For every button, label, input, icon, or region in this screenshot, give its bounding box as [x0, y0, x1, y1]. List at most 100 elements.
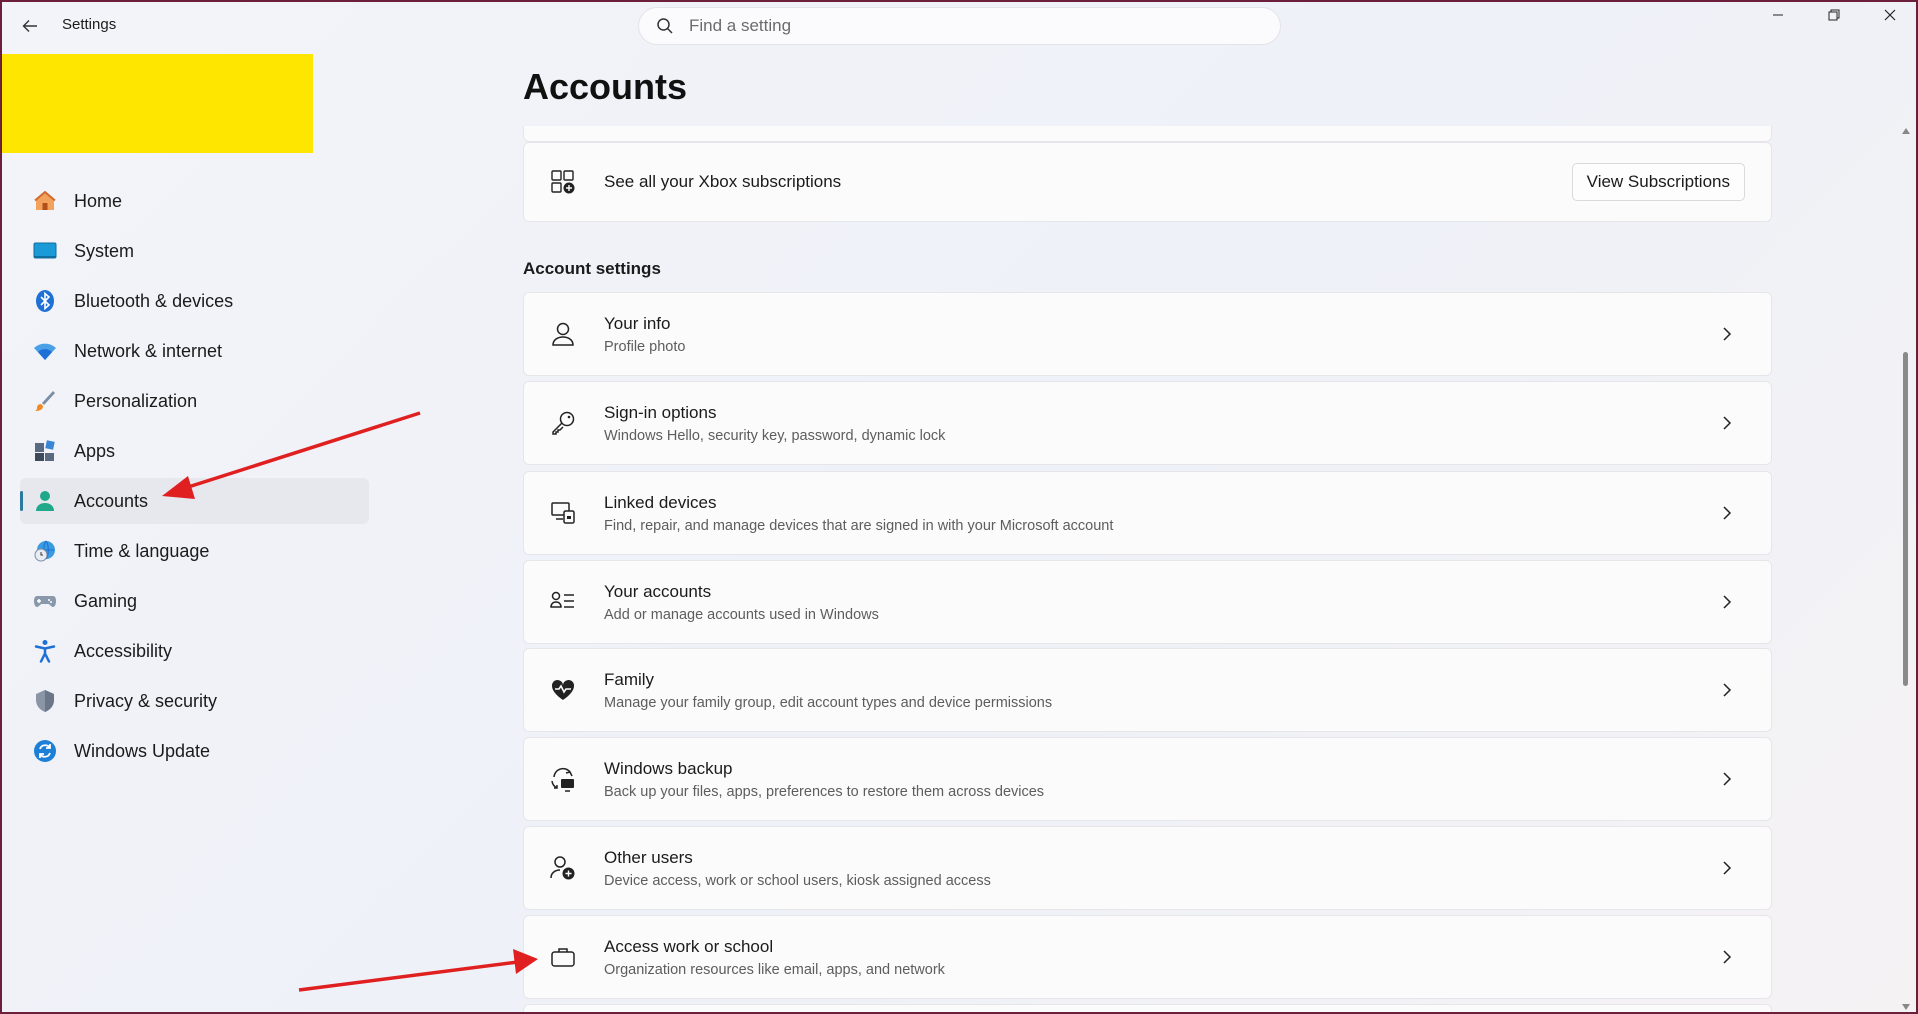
- sidebar-item-label: Network & internet: [74, 340, 223, 361]
- card-other-users[interactable]: Other users Device access, work or schoo…: [523, 826, 1772, 910]
- card-subtitle: Manage your family group, edit account t…: [604, 694, 1053, 711]
- restore-icon: [1828, 9, 1840, 21]
- sidebar-item-gaming[interactable]: Gaming: [20, 578, 369, 624]
- sidebar-item-label: Accessibility: [74, 640, 173, 661]
- card-your-info[interactable]: Your info Profile photo: [523, 292, 1772, 376]
- sidebar-item-label: System: [74, 240, 135, 261]
- partial-card-top: [523, 126, 1772, 142]
- card-subtitle: Profile photo: [604, 338, 686, 355]
- chevron-right-icon: [1719, 326, 1735, 342]
- sidebar-item-windows-update[interactable]: Windows Update: [20, 728, 369, 774]
- xbox-subscriptions-card: See all your Xbox subscriptions View Sub…: [523, 142, 1772, 222]
- subscriptions-icon: [548, 167, 578, 197]
- shield-icon: [32, 688, 58, 714]
- sidebar-item-label: Personalization: [74, 390, 198, 411]
- sidebar-item-label: Gaming: [74, 590, 138, 611]
- card-title: Linked devices: [604, 492, 717, 512]
- search-box[interactable]: [638, 7, 1281, 45]
- accounts-list-icon: [548, 587, 578, 617]
- card-sign-in-options[interactable]: Sign-in options Windows Hello, security …: [523, 381, 1772, 465]
- back-button[interactable]: [16, 12, 44, 40]
- linked-devices-icon: [548, 498, 578, 528]
- card-windows-backup[interactable]: Windows backup Back up your files, apps,…: [523, 737, 1772, 821]
- family-heart-icon: [548, 675, 578, 705]
- close-button[interactable]: [1862, 2, 1916, 28]
- vertical-scrollbar[interactable]: [1900, 128, 1912, 1010]
- minimize-icon: [1773, 14, 1783, 16]
- minimize-button[interactable]: [1750, 2, 1806, 28]
- system-icon: [32, 238, 58, 264]
- chevron-right-icon: [1719, 505, 1735, 521]
- bluetooth-icon: [32, 288, 58, 314]
- sidebar-item-label: Windows Update: [74, 740, 211, 761]
- person-icon: [548, 319, 578, 349]
- sidebar: Home System Bluetooth & devices Network …: [20, 178, 369, 778]
- annotation-arrow-access-work: [298, 949, 538, 992]
- card-title: Access work or school: [604, 936, 774, 956]
- card-title: Sign-in options: [604, 402, 717, 422]
- update-icon: [32, 738, 58, 764]
- xbox-subscriptions-label: See all your Xbox subscriptions: [604, 172, 842, 191]
- card-title: Other users: [604, 847, 693, 867]
- sidebar-item-label: Accounts: [74, 490, 149, 511]
- home-icon: [32, 188, 58, 214]
- sidebar-item-label: Privacy & security: [74, 690, 218, 711]
- chevron-right-icon: [1719, 771, 1735, 787]
- restore-button[interactable]: [1806, 2, 1862, 28]
- brush-icon: [32, 388, 58, 414]
- sidebar-item-apps[interactable]: Apps: [20, 428, 369, 474]
- sidebar-item-accessibility[interactable]: Accessibility: [20, 628, 369, 674]
- card-subtitle: Find, repair, and manage devices that ar…: [604, 517, 1114, 534]
- wifi-icon: [32, 338, 58, 364]
- search-icon: [655, 16, 675, 36]
- search-input[interactable]: [689, 16, 1249, 36]
- card-subtitle: Device access, work or school users, kio…: [604, 872, 991, 889]
- chevron-right-icon: [1719, 860, 1735, 876]
- card-access-work-or-school[interactable]: Access work or school Organization resou…: [523, 915, 1772, 999]
- gamepad-icon: [32, 588, 58, 614]
- card-linked-devices[interactable]: Linked devices Find, repair, and manage …: [523, 471, 1772, 555]
- card-family[interactable]: Family Manage your family group, edit ac…: [523, 648, 1772, 732]
- accessibility-icon: [32, 638, 58, 664]
- title-bar: Settings: [2, 2, 1916, 48]
- sidebar-item-bluetooth[interactable]: Bluetooth & devices: [20, 278, 369, 324]
- chevron-right-icon: [1719, 415, 1735, 431]
- sidebar-item-label: Time & language: [74, 540, 210, 561]
- card-title: Your info: [604, 313, 671, 333]
- scroll-up-icon[interactable]: [1902, 128, 1910, 134]
- scrollbar-thumb[interactable]: [1903, 352, 1908, 686]
- chevron-right-icon: [1719, 949, 1735, 965]
- card-subtitle: Organization resources like email, apps,…: [604, 961, 945, 978]
- apps-icon: [32, 438, 58, 464]
- backup-icon: [548, 764, 578, 794]
- sidebar-item-accounts[interactable]: Accounts: [20, 478, 369, 524]
- briefcase-icon: [548, 942, 578, 972]
- card-title: Windows backup: [604, 758, 733, 778]
- sidebar-item-label: Bluetooth & devices: [74, 290, 234, 311]
- add-user-icon: [548, 853, 578, 883]
- chevron-right-icon: [1719, 682, 1735, 698]
- card-title: Your accounts: [604, 581, 712, 601]
- close-icon: [1884, 9, 1896, 21]
- app-title: Settings: [62, 16, 117, 33]
- sidebar-item-system[interactable]: System: [20, 228, 369, 274]
- key-icon: [548, 408, 578, 438]
- sidebar-item-home[interactable]: Home: [20, 178, 369, 224]
- sidebar-item-time-language[interactable]: Time & language: [20, 528, 369, 574]
- accounts-icon: [32, 488, 58, 514]
- sidebar-item-privacy[interactable]: Privacy & security: [20, 678, 369, 724]
- partial-card-bottom: [523, 1004, 1772, 1012]
- back-arrow-icon: [22, 20, 37, 32]
- sidebar-item-label: Home: [74, 190, 123, 211]
- view-subscriptions-button[interactable]: View Subscriptions: [1571, 163, 1745, 201]
- sidebar-item-personalization[interactable]: Personalization: [20, 378, 369, 424]
- section-title-account-settings: Account settings: [523, 259, 661, 278]
- redacted-profile-area: [2, 54, 313, 153]
- settings-window: Settings Home Sys: [0, 0, 1918, 1014]
- sidebar-item-network[interactable]: Network & internet: [20, 328, 369, 374]
- card-title: Family: [604, 669, 655, 689]
- scroll-down-icon[interactable]: [1902, 1004, 1910, 1010]
- chevron-right-icon: [1719, 594, 1735, 610]
- card-your-accounts[interactable]: Your accounts Add or manage accounts use…: [523, 560, 1772, 644]
- card-subtitle: Add or manage accounts used in Windows: [604, 606, 879, 623]
